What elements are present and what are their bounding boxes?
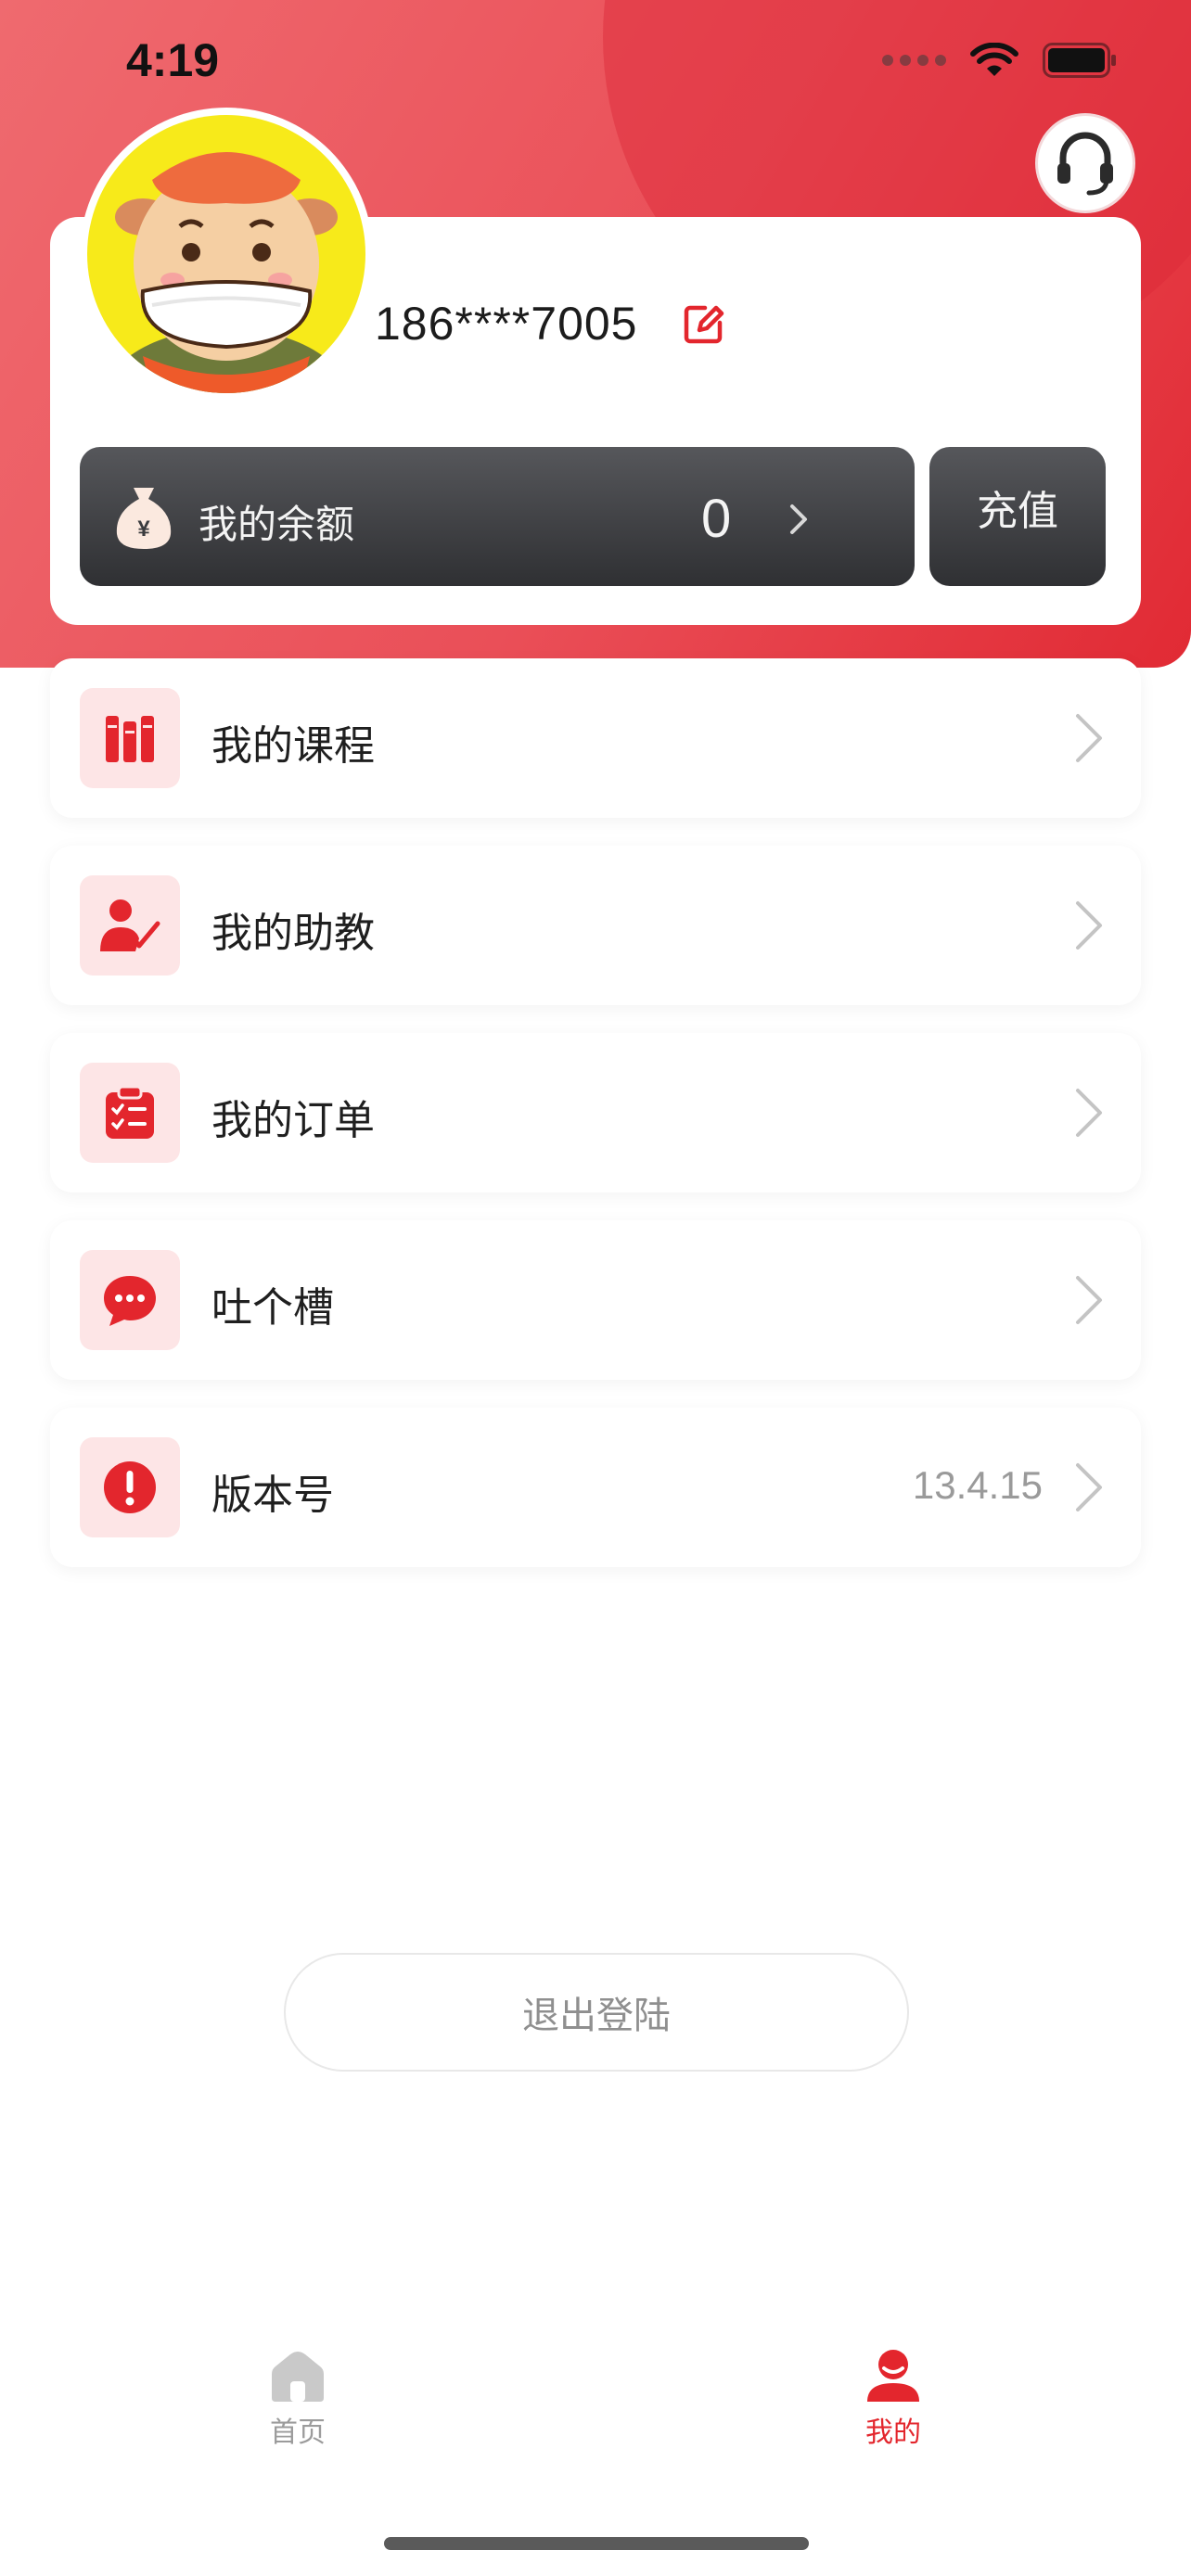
status-icons (882, 43, 1117, 78)
headset-icon (1057, 132, 1113, 196)
menu-item-my-assistant[interactable]: 我的助教 (50, 846, 1141, 1005)
menu-item-my-orders[interactable]: 我的订单 (50, 1033, 1141, 1192)
chat-bubble-icon (104, 1276, 156, 1326)
avatar[interactable] (80, 108, 373, 401)
chevron-right-icon (1076, 714, 1102, 762)
clipboard-icon (106, 1085, 154, 1139)
cellular-signal-icon (882, 55, 946, 66)
menu-item-feedback[interactable]: 吐个槽 (50, 1220, 1141, 1380)
cow-mascot-icon (99, 152, 353, 393)
user-profile-icon (867, 2350, 919, 2402)
customer-service-button[interactable] (1035, 113, 1135, 213)
menu-item-label: 版本号 (211, 1472, 334, 1519)
chevron-right-icon (1076, 901, 1102, 950)
logout-button[interactable]: 退出登陆 (284, 1953, 909, 2072)
balance-value: 0 (701, 489, 732, 549)
battery-icon (1043, 43, 1116, 78)
tab-bar: 首页 我的 (0, 2346, 1191, 2494)
chevron-right-icon (790, 504, 807, 534)
chevron-right-icon (1076, 1463, 1102, 1511)
status-bar: 4:19 (0, 0, 1191, 130)
avatar-image (87, 115, 365, 393)
menu-item-label: 我的订单 (211, 1097, 375, 1144)
version-number: 13.4.15 (912, 1463, 1043, 1507)
menu-item-my-courses[interactable]: 我的课程 (50, 658, 1141, 818)
menu-item-label: 吐个槽 (211, 1284, 334, 1332)
money-bag-icon: ¥ (116, 488, 172, 549)
chevron-right-icon (1076, 1089, 1102, 1137)
chevron-right-icon (1076, 1276, 1102, 1324)
user-phone-number: 186****7005 (375, 298, 638, 350)
edit-icon[interactable] (681, 300, 727, 347)
books-icon (106, 716, 154, 762)
tab-home-label: 首页 (270, 2417, 326, 2449)
wifi-icon (970, 43, 1018, 76)
menu-item-label: 我的助教 (211, 910, 375, 957)
status-time: 4:19 (126, 34, 220, 86)
tab-home[interactable]: 首页 (224, 2346, 372, 2450)
tab-mine-label: 我的 (865, 2417, 921, 2449)
menu-item-version[interactable]: 版本号 13.4.15 (50, 1408, 1141, 1567)
teacher-icon (100, 899, 160, 951)
home-indicator (384, 2537, 809, 2550)
home-icon (272, 2352, 324, 2402)
menu-item-label: 我的课程 (211, 722, 375, 770)
balance-bar[interactable]: ¥ 我的余额 0 (80, 447, 915, 586)
tab-mine[interactable]: 我的 (819, 2346, 967, 2450)
recharge-button[interactable]: 充值 (929, 447, 1106, 586)
exclamation-icon (104, 1461, 156, 1513)
balance-label: 我的余额 (198, 502, 355, 547)
menu-list: 我的课程 我的助教 我的订单 吐个槽 版本号 13.4.15 (50, 658, 1141, 1595)
svg-text:¥: ¥ (137, 516, 150, 542)
